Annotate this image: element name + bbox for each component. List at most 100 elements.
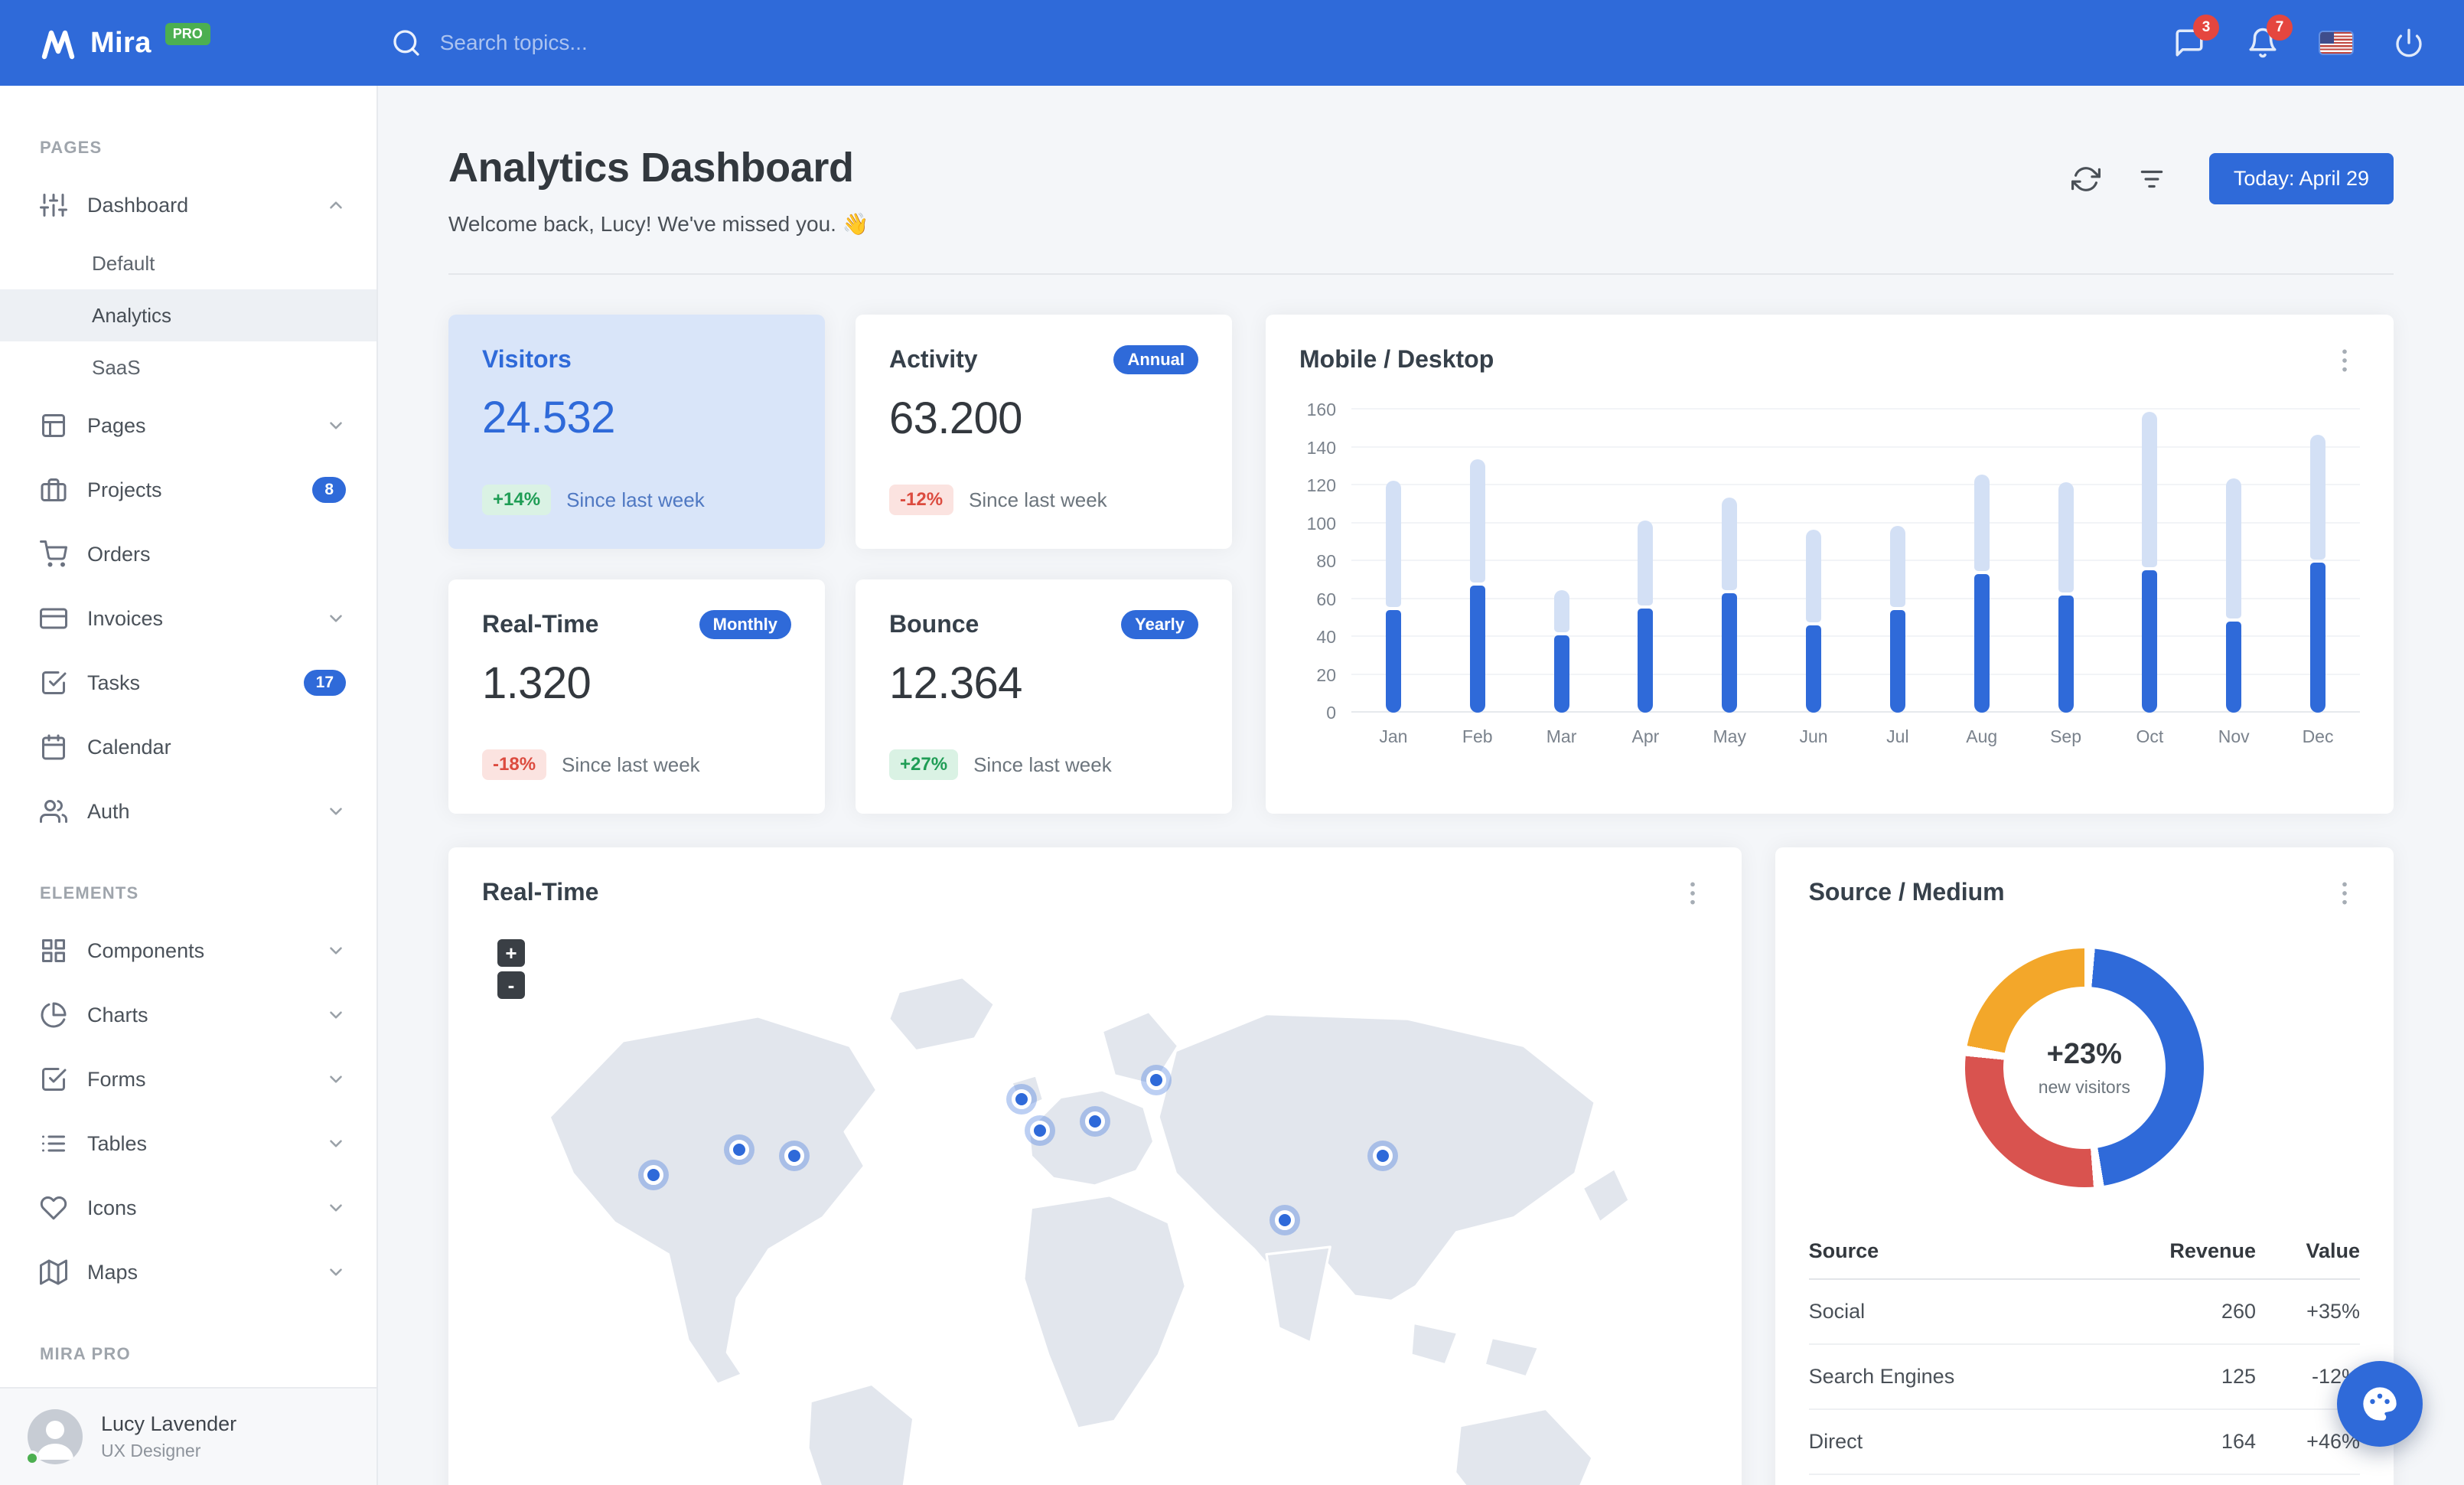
- check-square-icon: [42, 1068, 67, 1091]
- app-root: Mira PRO 3 7 Pa: [0, 0, 2464, 1485]
- bar-series: [1351, 410, 2360, 713]
- briefcase-icon: [41, 478, 67, 501]
- search-input[interactable]: [439, 31, 792, 55]
- sidebar-subitem-analytics[interactable]: Analytics: [0, 289, 376, 341]
- cell-source: Search Engines: [1808, 1344, 2091, 1410]
- bar-feb: [1469, 459, 1485, 713]
- messages-count-badge: 3: [2193, 15, 2219, 41]
- check-square-icon: [42, 671, 67, 694]
- sidebar-item-forms[interactable]: Forms: [0, 1047, 376, 1111]
- bar-nov: [2226, 478, 2242, 713]
- chevron-down-icon: [330, 1140, 342, 1147]
- date-range-button[interactable]: Today: April 29: [2208, 153, 2394, 204]
- sidebar-item-orders[interactable]: Orders: [0, 522, 376, 586]
- bar-segment-mobile: [1469, 586, 1485, 713]
- zoom-out-button[interactable]: -: [497, 971, 525, 999]
- card-menu-button[interactable]: [2329, 345, 2360, 376]
- card-menu-button[interactable]: [2329, 878, 2360, 909]
- map-marker-1[interactable]: [644, 1165, 664, 1186]
- bar-dec: [2310, 435, 2326, 713]
- bar-segment-mobile: [2142, 570, 2158, 713]
- map-marker-9[interactable]: [1373, 1146, 1393, 1167]
- stat-value: 1.320: [482, 658, 592, 708]
- world-map[interactable]: + -: [482, 933, 1708, 1485]
- refresh-icon: [2071, 166, 2101, 191]
- bar-segment-desktop: [1638, 520, 1654, 605]
- filter-button[interactable]: [2137, 165, 2166, 194]
- user-role: UX Designer: [101, 1441, 201, 1461]
- sidebar-item-projects[interactable]: Projects 8: [0, 458, 376, 522]
- credit-card-icon: [40, 608, 67, 629]
- map-marker-4[interactable]: [1011, 1088, 1032, 1109]
- bar-column-jun: [1771, 410, 1856, 713]
- brand[interactable]: Mira PRO: [40, 21, 210, 64]
- avatar: [24, 1409, 83, 1466]
- bar-column-may: [1687, 410, 1771, 713]
- map-marker-3[interactable]: [784, 1146, 805, 1167]
- sidebar-item-invoices[interactable]: Invoices: [0, 586, 376, 651]
- bar-segment-desktop: [1973, 475, 1990, 572]
- cell-source: Social: [1808, 1279, 2091, 1345]
- theme-settings-button[interactable]: [2337, 1361, 2423, 1447]
- period-badge: Monthly: [699, 610, 791, 639]
- sidebar-item-tables[interactable]: Tables: [0, 1111, 376, 1176]
- sidebar-item-charts[interactable]: Charts: [0, 983, 376, 1047]
- donut-chart: +23% new visitors: [1809, 948, 2360, 1187]
- sidebar-item-label: Invoices: [87, 606, 164, 630]
- map-zoom-controls: + -: [497, 939, 525, 999]
- mobile-desktop-card: Mobile / Desktop 0 20 40 60 80 100 120 140 160 J…: [1266, 315, 2394, 814]
- donut-center-value: +23%: [2046, 1038, 2122, 1070]
- us-flag-icon: [2320, 32, 2352, 54]
- bar-column-dec: [2276, 410, 2360, 713]
- notifications-button[interactable]: 7: [2247, 15, 2293, 59]
- bar-segment-mobile: [1806, 625, 1822, 713]
- bar-segment-mobile: [1385, 610, 1401, 713]
- cell-revenue: 164: [2090, 1409, 2256, 1475]
- bar-segment-mobile: [2226, 622, 2242, 713]
- language-button[interactable]: [2320, 32, 2352, 54]
- sidebar-item-label: Charts: [87, 1003, 148, 1026]
- refresh-button[interactable]: [2071, 165, 2101, 194]
- sidebar-item-icons[interactable]: Icons: [0, 1176, 376, 1240]
- sidebar-item-components[interactable]: Components: [0, 919, 376, 983]
- bar-segment-mobile: [2310, 563, 2326, 713]
- card-menu-button[interactable]: [1677, 878, 1708, 909]
- map-marker-6[interactable]: [1084, 1111, 1105, 1131]
- sidebar-item-dashboard[interactable]: Dashboard: [0, 173, 376, 237]
- sidebar-subitem-default[interactable]: Default: [0, 237, 376, 289]
- users-icon: [40, 800, 67, 823]
- sidebar-item-maps[interactable]: Maps: [0, 1240, 376, 1304]
- x-axis-label: Mar: [1546, 726, 1577, 746]
- source-medium-card: Source / Medium +23% new visitors Source…: [1775, 847, 2394, 1485]
- map-marker-8[interactable]: [1275, 1209, 1296, 1230]
- bar-segment-desktop: [2142, 412, 2158, 568]
- stat-title: Bounce: [889, 610, 979, 638]
- bar-mar: [1553, 590, 1569, 713]
- sidebar-subitem-saas[interactable]: SaaS: [0, 341, 376, 393]
- bar-segment-desktop: [2058, 482, 2074, 592]
- shopping-cart-icon: [40, 540, 67, 567]
- messages-button[interactable]: 3: [2173, 15, 2219, 59]
- bar-jul: [1889, 525, 1905, 713]
- x-axis-label: Dec: [2302, 726, 2334, 746]
- signout-button[interactable]: [2394, 28, 2424, 58]
- map-marker-7[interactable]: [1146, 1069, 1166, 1090]
- sidebar-item-label: Tables: [87, 1131, 148, 1155]
- bar-segment-mobile: [1553, 635, 1569, 713]
- sidebar-item-pages[interactable]: Pages: [0, 393, 376, 458]
- donut-center-label: new visitors: [2038, 1077, 2130, 1097]
- user-profile[interactable]: Lucy Lavender UX Designer: [0, 1387, 376, 1485]
- sidebar-item-tasks[interactable]: Tasks 17: [0, 651, 376, 715]
- sidebar-item-label: Forms: [87, 1067, 146, 1091]
- x-axis-label: Sep: [2050, 726, 2081, 746]
- sidebar-item-auth[interactable]: Auth: [0, 779, 376, 844]
- sidebar: Pages Dashboard Default Analytics SaaS P…: [0, 86, 378, 1485]
- user-name: Lucy Lavender: [101, 1412, 237, 1435]
- sidebar-item-label: Projects: [87, 478, 162, 501]
- zoom-in-button[interactable]: +: [497, 939, 525, 967]
- map-marker-2[interactable]: [729, 1140, 750, 1160]
- sidebar-item-calendar[interactable]: Calendar: [0, 715, 376, 779]
- cell-revenue: 260: [2090, 1279, 2256, 1345]
- more-vertical-icon: [1690, 882, 1695, 905]
- map-marker-5[interactable]: [1029, 1121, 1050, 1141]
